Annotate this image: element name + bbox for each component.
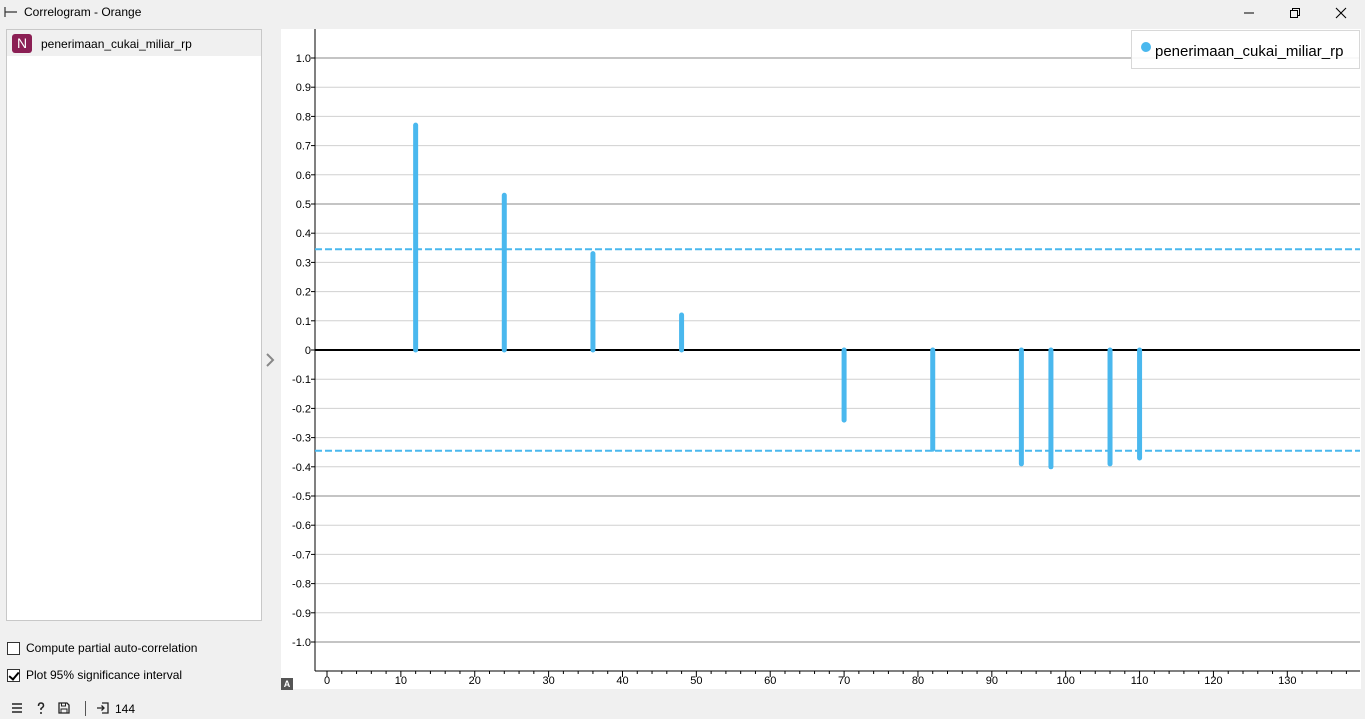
checkbox-label: Plot 95% significance interval [26,668,183,682]
collapse-panel-chevron-icon[interactable] [264,352,276,368]
y-tick-label: 0.9 [296,82,311,94]
y-tick-label: 0.5 [296,199,311,211]
x-tick-label: 90 [986,675,998,687]
partial-autocorrelation-checkbox[interactable]: Compute partial auto-correlation [7,640,197,656]
status-bar: 144 [0,698,1365,719]
minimize-icon [1244,12,1254,13]
input-data-indicator [96,700,110,716]
help-button[interactable] [34,700,48,716]
numeric-variable-icon: N [12,34,32,53]
list-item[interactable]: N penerimaan_cukai_miliar_rp [7,30,261,56]
status-separator [85,701,86,716]
menu-button[interactable] [10,700,24,716]
x-tick-label: 0 [324,675,330,687]
y-tick-label: -0.3 [292,433,311,445]
x-tick-label: 60 [764,675,776,687]
checkbox-label: Compute partial auto-correlation [26,641,198,655]
y-tick-label: -0.6 [292,520,311,532]
x-tick-label: 50 [690,675,702,687]
variable-list[interactable]: N penerimaan_cukai_miliar_rp [6,29,262,621]
y-tick-label: 0.1 [296,316,311,328]
x-tick-label: 40 [616,675,628,687]
x-tick-label: 110 [1131,675,1149,687]
save-image-button[interactable] [57,700,71,716]
checkbox-box[interactable] [7,641,20,655]
y-tick-label: -0.4 [292,462,311,474]
y-tick-label: -0.2 [292,403,311,415]
close-icon [1335,7,1347,18]
variable-label: penerimaan_cukai_miliar_rp [41,37,192,51]
x-tick-label: 70 [838,675,850,687]
restore-button[interactable] [1272,0,1318,25]
y-tick-label: 0.8 [296,111,311,123]
y-tick-label: -1.0 [292,637,311,649]
significance-interval-checkbox[interactable]: Plot 95% significance interval [7,667,182,683]
menu-icon [12,703,22,713]
correlogram-icon [4,6,18,18]
x-tick-label: 30 [542,675,554,687]
restore-icon [1290,7,1300,18]
x-tick-label: 120 [1204,675,1222,687]
y-tick-label: 0.7 [296,141,311,153]
x-tick-label: 10 [395,675,407,687]
x-tick-label: 130 [1278,675,1296,687]
y-tick-label: 0.3 [296,257,311,269]
close-button[interactable] [1318,0,1364,25]
control-panel: N penerimaan_cukai_miliar_rp Compute par… [0,25,270,695]
instance-count: 144 [115,702,136,716]
y-tick-label: -0.8 [292,579,311,591]
x-tick-label: 80 [912,675,924,687]
y-tick-label: 0 [305,345,311,357]
y-tick-label: -0.5 [292,491,311,503]
auto-range-button[interactable]: A [281,678,293,690]
y-tick-label: 0.4 [296,228,311,240]
correlogram-plot[interactable]: 1.0 0.9 0.8 0.7 0.6 0.5 0.4 0.3 0.2 0.1 0 -0.1 -0.2 -… [281,29,1361,689]
x-tick-label: 20 [469,675,481,687]
y-tick-label: 1.0 [296,53,311,65]
help-icon [37,702,45,714]
minimize-button[interactable] [1226,0,1272,25]
y-tick-label: 0.6 [296,170,311,182]
x-tick-label: 100 [1057,675,1075,687]
y-tick-label: 0.2 [296,287,311,299]
y-tick-label: -0.1 [292,374,311,386]
input-icon [97,702,109,714]
window-title: Correlogram - Orange [24,5,142,19]
checkbox-box[interactable] [7,668,20,682]
legend-label: penerimaan_cukai_miliar_rp [1155,43,1344,60]
legend-marker [1141,42,1151,52]
y-tick-label: -0.9 [292,608,311,620]
chart-svg: 1.0 0.9 0.8 0.7 0.6 0.5 0.4 0.3 0.2 0.1 0 -0.1 -0.2 -… [292,29,1360,687]
legend[interactable]: penerimaan_cukai_miliar_rp [1131,30,1360,69]
y-tick-label: -0.7 [292,549,311,561]
save-icon [58,702,70,714]
title-bar: Correlogram - Orange [0,0,1365,25]
